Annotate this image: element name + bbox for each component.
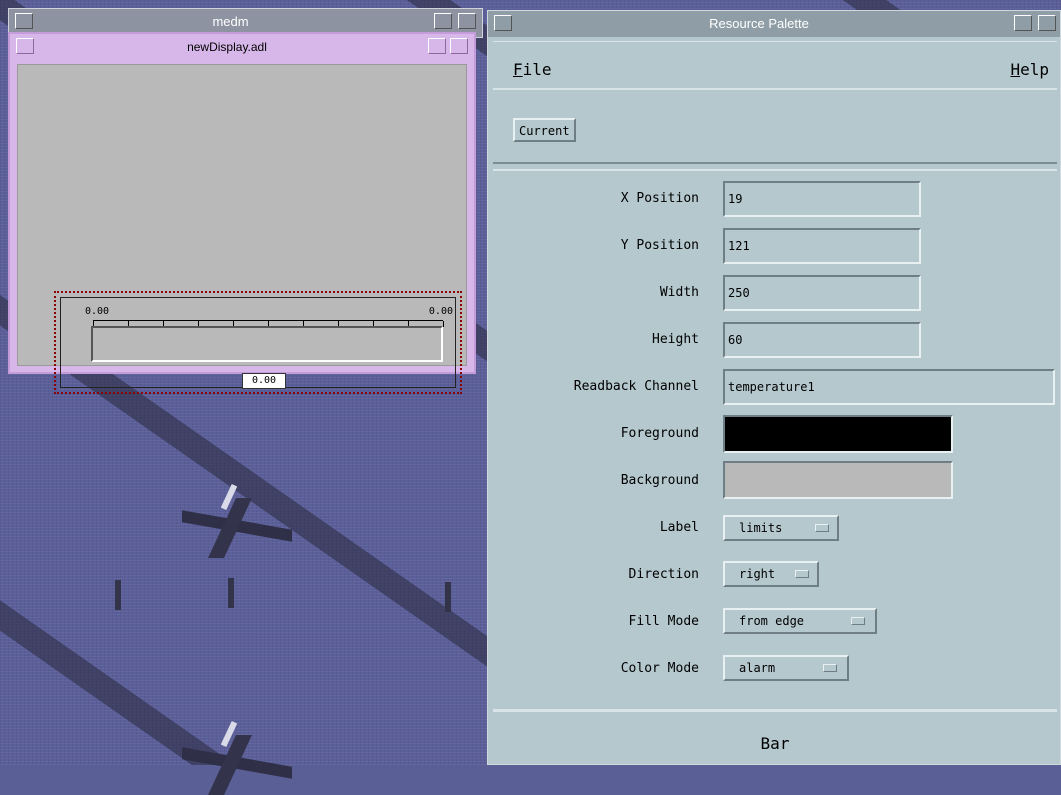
help-menu[interactable]: Help: [1010, 60, 1049, 79]
option-menu-indicator-icon: [851, 617, 865, 625]
minimize-icon[interactable]: [428, 38, 446, 54]
x-position-field[interactable]: 19: [723, 181, 921, 217]
display-title: newDisplay.adl: [187, 40, 267, 54]
resource-form: X Position 19 Y Position 121 Width 250 H…: [493, 169, 1057, 711]
scale-tick: [443, 321, 444, 327]
bar-readback-value: 0.00: [242, 373, 286, 389]
foreground-color-button[interactable]: [723, 415, 953, 453]
minimize-icon[interactable]: [434, 13, 452, 29]
foreground-label: Foreground: [620, 426, 699, 441]
y-position-field[interactable]: 121: [723, 228, 921, 264]
minimize-icon[interactable]: [1014, 15, 1032, 31]
label-option-label: Label: [659, 520, 699, 535]
wallpaper-plane-icon: [182, 720, 292, 795]
option-menu-indicator-icon: [823, 664, 837, 672]
file-menu[interactable]: File: [513, 60, 552, 79]
direction-value: right: [739, 567, 776, 581]
maximize-icon[interactable]: [450, 38, 468, 54]
current-section: Current: [493, 88, 1057, 164]
color-mode-value: alarm: [739, 661, 776, 675]
window-menu-icon[interactable]: [16, 38, 34, 54]
fill-mode-option-menu[interactable]: from edge: [723, 608, 877, 634]
palette-footer: Bar: [493, 709, 1057, 767]
bar-high-limit: 0.00: [428, 306, 453, 317]
option-menu-indicator-icon: [815, 524, 829, 532]
display-titlebar[interactable]: newDisplay.adl: [10, 34, 474, 60]
window-menu-icon[interactable]: [15, 13, 33, 29]
width-field[interactable]: 250: [723, 275, 921, 311]
label-option-value: limits: [739, 521, 783, 535]
color-mode-label: Color Mode: [620, 661, 699, 676]
y-position-label: Y Position: [620, 238, 699, 253]
bar-monitor-frame: 0.00 0.00 0.00: [60, 297, 456, 389]
file-menu-label: ile: [522, 60, 552, 79]
direction-label: Direction: [628, 567, 699, 582]
height-field[interactable]: 60: [723, 322, 921, 358]
display-canvas[interactable]: 0.00 0.00 0.00: [17, 64, 467, 394]
palette-titlebar[interactable]: Resource Palette: [488, 11, 1060, 37]
option-menu-indicator-icon: [795, 570, 809, 578]
color-mode-option-menu[interactable]: alarm: [723, 655, 849, 681]
display-window[interactable]: newDisplay.adl 0.00 0.00 0.00: [8, 32, 476, 394]
wallpaper-post-icon: [228, 578, 234, 608]
width-label: Width: [659, 285, 699, 300]
bar-low-limit: 0.00: [85, 306, 110, 317]
x-position-label: X Position: [620, 191, 699, 206]
bar-track: [91, 326, 443, 362]
height-label: Height: [652, 332, 699, 347]
fill-mode-label: Fill Mode: [628, 614, 699, 629]
readback-channel-field[interactable]: temperature1: [723, 369, 1055, 405]
window-menu-icon[interactable]: [494, 15, 512, 31]
menu-bar: File Help: [493, 41, 1057, 86]
bar-monitor-widget[interactable]: 0.00 0.00 0.00: [54, 291, 462, 394]
current-button[interactable]: Current: [513, 118, 576, 142]
readback-channel-label: Readback Channel: [573, 379, 699, 394]
wallpaper-post-icon: [445, 582, 451, 612]
direction-option-menu[interactable]: right: [723, 561, 819, 587]
wallpaper-plane-icon: [182, 483, 292, 558]
maximize-icon[interactable]: [458, 13, 476, 29]
help-menu-label: elp: [1020, 60, 1049, 79]
maximize-icon[interactable]: [1038, 15, 1056, 31]
background-color-button[interactable]: [723, 461, 953, 499]
object-type-label: Bar: [760, 734, 790, 753]
medm-title: medm: [212, 14, 249, 29]
background-label: Background: [620, 473, 699, 488]
fill-mode-value: from edge: [739, 614, 805, 628]
wallpaper-post-icon: [115, 580, 121, 610]
label-option-menu[interactable]: limits: [723, 515, 839, 541]
resource-palette-window[interactable]: Resource Palette File Help Current X Pos…: [487, 10, 1061, 765]
palette-title: Resource Palette: [709, 16, 809, 31]
